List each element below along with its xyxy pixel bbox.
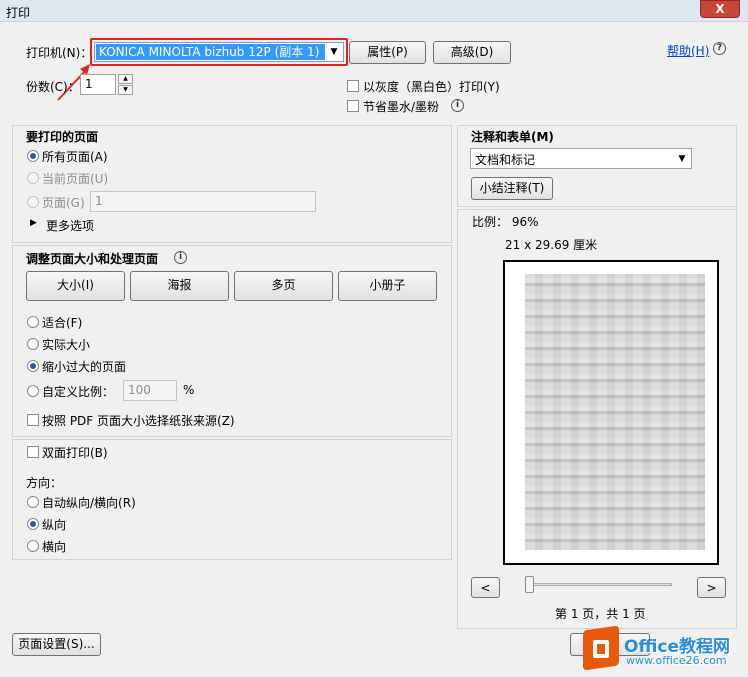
auto-orientation-radio[interactable] [27, 496, 39, 508]
prev-page-button[interactable]: < [471, 577, 500, 598]
actual-size-radio[interactable] [27, 338, 39, 350]
size-button[interactable]: 大小(I) [26, 271, 125, 301]
expand-triangle-icon[interactable]: ▶ [30, 218, 37, 228]
orientation-heading: 方向： [26, 476, 63, 490]
chevron-down-icon: ▼ [678, 154, 686, 164]
chevron-down-icon: ▼ [330, 47, 338, 57]
advanced-button[interactable]: 高级(D) [433, 41, 511, 64]
shrink-radio[interactable] [27, 360, 39, 372]
window-title: 打印 [6, 6, 31, 20]
scale-label: 比例： 96% [472, 215, 539, 229]
sizing-heading: 调整页面大小和处理页面 [26, 252, 159, 266]
page-info: 第 1 页，共 1 页 [555, 607, 646, 621]
copies-up-icon[interactable]: ▲ [118, 74, 133, 84]
fit-radio[interactable] [27, 316, 39, 328]
paper-size-label: 21 x 29.69 厘米 [505, 238, 598, 252]
printer-dropdown[interactable]: KONICA MINOLTA bizhub 12P (副本 1) ▼ [94, 42, 344, 62]
duplex-label: 双面打印(B) [42, 446, 108, 460]
more-options-link[interactable]: 更多选项 [46, 217, 94, 234]
pages-heading: 要打印的页面 [26, 130, 99, 144]
help-icon[interactable]: ? [713, 42, 726, 55]
page-setup-button[interactable]: 页面设置(S)... [12, 633, 101, 656]
auto-orientation-label: 自动纵向/横向(R) [42, 496, 136, 510]
copies-input[interactable]: 1 [80, 74, 116, 95]
printer-label: 打印机(N)： [26, 46, 93, 60]
save-ink-checkbox[interactable] [347, 100, 359, 112]
grayscale-checkbox[interactable] [347, 80, 359, 92]
percent-label: % [183, 383, 195, 397]
properties-button[interactable]: 属性(P) [349, 41, 426, 64]
current-page-radio [27, 172, 39, 184]
custom-scale-radio[interactable] [27, 385, 39, 397]
save-ink-info-icon[interactable]: i [451, 99, 464, 112]
landscape-label: 横向 [42, 540, 67, 554]
landscape-radio[interactable] [27, 540, 39, 552]
multiple-button[interactable]: 多页 [234, 271, 333, 301]
help-link[interactable]: 帮助(H) [667, 42, 709, 59]
sizing-info-icon[interactable]: i [174, 251, 187, 264]
current-page-label: 当前页面(U) [42, 172, 109, 186]
next-page-button[interactable]: > [697, 577, 726, 598]
custom-scale-label: 自定义比例： [42, 385, 115, 399]
summarize-comments-button[interactable]: 小结注释(T) [471, 177, 553, 200]
close-button[interactable]: X [700, 0, 740, 18]
office-logo-inner [593, 640, 609, 658]
page-range-label: 页面(G) [42, 196, 85, 210]
duplex-checkbox[interactable] [27, 446, 39, 458]
portrait-radio[interactable] [27, 518, 39, 530]
all-pages-label: 所有页面(A) [42, 150, 108, 164]
choose-source-checkbox[interactable] [27, 414, 39, 426]
copies-label: 份数(C)： [26, 80, 80, 94]
shrink-label: 缩小过大的页面 [42, 360, 127, 374]
portrait-label: 纵向 [42, 518, 67, 532]
booklet-button[interactable]: 小册子 [338, 271, 437, 301]
comments-dropdown[interactable]: 文档和标记 ▼ [470, 148, 692, 169]
poster-button[interactable]: 海报 [130, 271, 229, 301]
page-content-thumbnail [525, 274, 705, 550]
choose-source-label: 按照 PDF 页面大小选择纸张来源(Z) [42, 414, 235, 428]
printer-selected: KONICA MINOLTA bizhub 12P (副本 1) [96, 44, 325, 60]
comments-heading: 注释和表单(M) [471, 130, 554, 144]
page-slider[interactable] [528, 583, 672, 586]
title-bar [0, 0, 748, 22]
page-range-radio [27, 196, 39, 208]
save-ink-label: 节省墨水/墨粉 [363, 100, 440, 114]
fit-label: 适合(F) [42, 316, 83, 330]
page-range-input: 1 [90, 191, 316, 212]
comments-selected: 文档和标记 [475, 153, 536, 167]
grayscale-label: 以灰度（黑白色）打印(Y) [363, 80, 500, 94]
page-slider-handle[interactable] [525, 576, 534, 593]
all-pages-radio[interactable] [27, 150, 39, 162]
watermark-url: www.office26.com [626, 654, 727, 667]
custom-scale-input: 100 [123, 380, 177, 401]
copies-down-icon[interactable]: ▼ [118, 85, 133, 95]
actual-size-label: 实际大小 [42, 338, 91, 352]
page-preview [503, 260, 719, 565]
